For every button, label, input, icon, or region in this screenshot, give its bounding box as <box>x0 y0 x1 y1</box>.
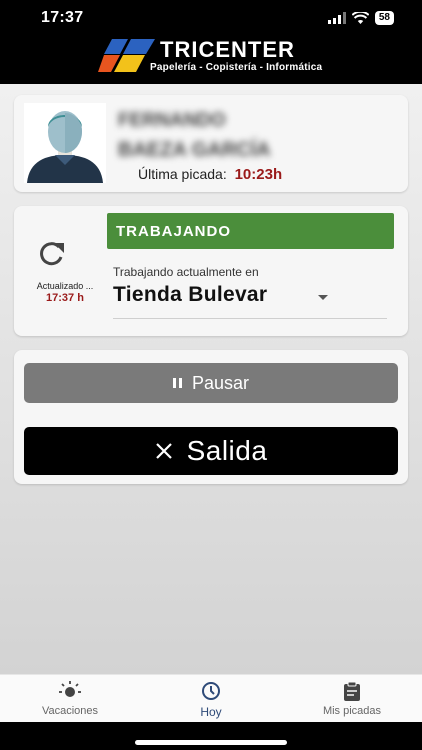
home-indicator[interactable] <box>135 740 287 745</box>
battery-icon: 58 <box>374 11 394 25</box>
working-status-badge: TRABAJANDO <box>107 213 394 249</box>
status-indicators: 58 <box>327 11 394 25</box>
home-indicator-area <box>0 722 422 750</box>
tab-hoy[interactable]: Hoy <box>141 681 281 719</box>
tab-mis-picadas[interactable]: Mis picadas <box>282 681 422 717</box>
signal-icon <box>327 12 346 24</box>
status-time: 17:37 <box>41 9 84 26</box>
tab-label: Mis picadas <box>322 705 382 717</box>
updated-time: 17:37 h <box>46 292 84 304</box>
caret-down-icon <box>318 295 328 300</box>
tab-vacaciones[interactable]: Vacaciones <box>0 681 140 717</box>
user-last-names: BAEZA GARCÍA <box>118 139 271 161</box>
app-header: TRICENTER Papelería - Copistería - Infor… <box>0 34 422 84</box>
sun-icon <box>59 681 81 697</box>
brand-tagline: Papelería - Copistería - Informática <box>150 62 323 73</box>
last-punch-time: 10:23h <box>234 166 283 183</box>
pause-button-label: Pausar <box>191 372 250 393</box>
exit-button[interactable]: Salida <box>24 427 398 475</box>
clock-icon <box>202 682 220 700</box>
tab-label: Hoy <box>200 705 222 719</box>
avatar <box>24 103 106 183</box>
updated-label: Actualizado ... <box>36 281 94 291</box>
status-card: Actualizado ... 17:37 h TRABAJANDO Traba… <box>14 206 408 336</box>
last-punch-label: Última picada: <box>138 166 227 182</box>
actions-card: Pausar Salida <box>14 350 408 484</box>
main-content: FERNANDO BAEZA GARCÍA Última picada: 10:… <box>0 84 422 674</box>
tricenter-logo-icon <box>98 39 155 72</box>
tab-label: Vacaciones <box>41 705 99 717</box>
location-dropdown[interactable]: Tienda Bulevar <box>113 283 387 319</box>
exit-button-label: Salida <box>186 435 268 466</box>
location-value: Tienda Bulevar <box>113 283 268 306</box>
pause-icon <box>172 378 182 388</box>
user-avatar-icon <box>27 111 103 183</box>
brand-name: TRICENTER <box>160 37 295 62</box>
close-icon <box>155 443 172 459</box>
bottom-tab-bar: Vacaciones Hoy Mis picadas <box>0 674 422 722</box>
pause-button[interactable]: Pausar <box>24 363 398 403</box>
last-punch: Última picada: 10:23h <box>138 166 282 183</box>
clipboard-icon <box>344 681 360 701</box>
wifi-icon <box>351 12 369 24</box>
refresh-icon[interactable] <box>38 241 66 267</box>
status-bar: 17:37 58 <box>0 0 422 34</box>
working-location-label: Trabajando actualmente en <box>113 265 259 279</box>
user-first-name: FERNANDO <box>118 110 226 131</box>
user-card: FERNANDO BAEZA GARCÍA Última picada: 10:… <box>14 95 408 192</box>
